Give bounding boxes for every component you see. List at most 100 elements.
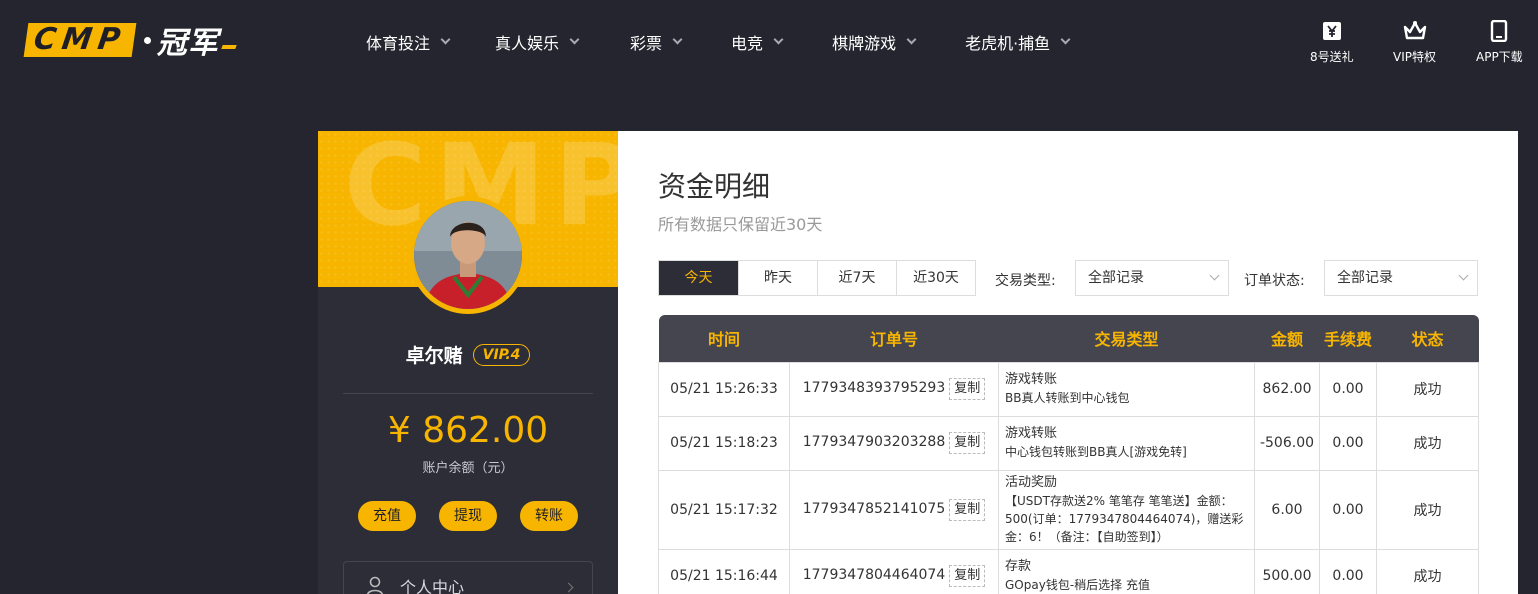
nav-item-card-games[interactable]: 棋牌游戏	[832, 28, 917, 56]
chevron-down-icon	[773, 34, 784, 45]
gift-yen-icon	[1322, 22, 1341, 40]
main-nav: 体育投注 真人娱乐 彩票 电竞 棋牌游戏 老虎机·捕鱼	[366, 28, 1071, 56]
row-order-cell: 1779347903203288 复制	[789, 415, 999, 471]
column-header-transaction-type: 交易类型	[998, 315, 1255, 362]
account-balance: ¥ 862.00	[387, 410, 549, 451]
copy-order-button[interactable]: 复制	[949, 432, 986, 454]
nav-item-sports[interactable]: 体育投注	[366, 28, 451, 56]
deposit-button[interactable]: 充值	[358, 501, 416, 531]
vip-level-badge[interactable]: VIP.4	[472, 343, 531, 366]
logo-accent-mark	[221, 45, 237, 49]
username: 卓尔赌	[405, 345, 463, 367]
withdraw-button[interactable]: 提现	[439, 501, 497, 531]
sidebar-item-label: 个人中心	[400, 578, 465, 594]
nav-item-label: 彩票	[630, 34, 663, 53]
row-fee: 0.00	[1319, 415, 1377, 471]
nav-item-slots-fishing[interactable]: 老虎机·捕鱼	[965, 28, 1071, 56]
logo-box-text: CMP	[23, 22, 137, 57]
avatar[interactable]	[409, 196, 527, 314]
row-amount: 500.00	[1254, 548, 1320, 594]
tab-last-7-days[interactable]: 近7天	[817, 261, 896, 295]
row-fee: 0.00	[1319, 548, 1377, 594]
chevron-down-icon	[569, 34, 580, 45]
nav-item-label: 体育投注	[366, 34, 431, 53]
vip-privileges-link[interactable]: VIP特权	[1393, 20, 1436, 65]
tab-yesterday[interactable]: 昨天	[738, 261, 817, 295]
order-status-select[interactable]: 全部记录	[1324, 260, 1478, 296]
row-type: 游戏转账	[1005, 372, 1058, 387]
chevron-down-icon	[1209, 270, 1220, 281]
vip-link-label: VIP特权	[1393, 50, 1436, 64]
transaction-type-label: 交易类型:	[995, 273, 1056, 289]
row-type: 活动奖励	[1005, 474, 1058, 490]
table-row: 05/21 15:26:33 1779348393795293 复制 游戏转账 BB…	[658, 361, 1479, 417]
column-header-fee: 手续费	[1319, 315, 1377, 362]
table-row: 05/21 15:18:23 1779347903203288 复制 游戏转账 中心…	[658, 415, 1479, 471]
chevron-down-icon	[1458, 270, 1469, 281]
transaction-type-select[interactable]: 全部记录	[1075, 260, 1229, 296]
row-status: 成功	[1376, 361, 1479, 417]
column-header-order-no: 订单号	[789, 315, 999, 362]
row-time: 05/21 15:26:33	[658, 361, 790, 417]
row-amount: 6.00	[1254, 469, 1320, 550]
sidebar-item-personal-center[interactable]: 个人中心	[343, 561, 593, 594]
row-type-desc: GOpay钱包-稍后选择 充值	[1005, 578, 1150, 592]
row-order-cell: 1779348393795293 复制	[789, 361, 999, 417]
gift-link-label: 8号送礼	[1310, 50, 1354, 64]
row-order-no: 1779347804464074	[802, 567, 946, 583]
copy-order-button[interactable]: 复制	[949, 498, 986, 521]
fund-details-panel: 资金明细 所有数据只保留近30天 今天 昨天 近7天 近30天 交易类型: 全部…	[618, 131, 1518, 594]
nav-item-lottery[interactable]: 彩票	[630, 28, 683, 56]
row-order-cell: 1779347804464074 复制	[789, 548, 999, 594]
wallet-actions: 充值 提现 转账	[358, 501, 578, 531]
page-title: 资金明细	[658, 170, 771, 203]
nav-item-label: 电竞	[731, 34, 764, 53]
crown-icon	[1403, 21, 1426, 40]
chevron-right-icon	[563, 582, 574, 593]
row-order-no: 1779348393795293	[802, 380, 946, 396]
row-type-cell: 游戏转账中心钱包转账到BB真人[游戏免转]	[998, 415, 1255, 471]
account-balance-label: 账户余额（元）	[422, 461, 514, 476]
column-header-status: 状态	[1376, 315, 1479, 362]
row-type-cell: 存款 GOpay钱包-稍后选择 充值	[998, 548, 1255, 594]
logo-dot	[143, 36, 151, 44]
nav-item-live-casino[interactable]: 真人娱乐	[495, 28, 580, 56]
site-logo[interactable]: CMP 冠军	[23, 22, 237, 61]
order-status-value: 全部记录	[1337, 270, 1393, 286]
row-order-cell: 1779347852141075 复制	[789, 469, 999, 550]
logo-text: 冠军	[156, 26, 219, 61]
row-type-cell: 活动奖励 【USDT存款送2% 笔笔存 笔笔送】金额：500(订单：1779347…	[998, 469, 1255, 550]
column-header-time: 时间	[658, 315, 790, 362]
row-type-desc: 中心钱包转账到BB真人[游戏免转]	[1005, 445, 1187, 459]
chevron-down-icon	[440, 34, 451, 45]
row-type: 游戏转账	[1005, 426, 1058, 441]
mobile-phone-icon	[1491, 20, 1508, 42]
username-row: 卓尔赌 VIP.4	[318, 341, 618, 368]
row-type-desc: BB真人转账到中心钱包	[1005, 391, 1130, 405]
tab-today[interactable]: 今天	[659, 261, 738, 295]
gift-link[interactable]: 8号送礼	[1310, 20, 1354, 65]
row-amount: 862.00	[1254, 361, 1320, 417]
copy-order-button[interactable]: 复制	[949, 565, 986, 587]
row-status: 成功	[1376, 548, 1479, 594]
tab-last-30-days[interactable]: 近30天	[896, 261, 975, 295]
profile-panel: CMP 卓尔赌 VIP.4 ¥ 862.00 账户余额（元） 充值 提现 转账	[318, 131, 618, 594]
table-row: 05/21 15:17:32 1779347852141075 复制 活动奖励 【U…	[658, 469, 1479, 550]
row-order-no: 1779347903203288	[802, 434, 946, 450]
top-navigation-bar: CMP 冠军 体育投注 真人娱乐 彩票 电竞 棋牌游戏 老虎机·捕鱼 8号送礼 …	[0, 0, 1538, 84]
row-time: 05/21 15:16:44	[658, 548, 790, 594]
row-fee: 0.00	[1319, 361, 1377, 417]
profile-divider	[343, 393, 593, 394]
chevron-down-icon	[906, 34, 917, 45]
transfer-button[interactable]: 转账	[520, 501, 578, 531]
row-time: 05/21 15:17:32	[658, 469, 790, 550]
page-subtitle: 所有数据只保留近30天	[658, 215, 823, 234]
app-download-link[interactable]: APP下载	[1476, 20, 1523, 65]
row-amount: -506.00	[1254, 415, 1320, 471]
row-status: 成功	[1376, 415, 1479, 471]
fund-details-table: 时间 订单号 交易类型 金额 手续费 状态 05/21 15:26:33 177…	[658, 315, 1479, 594]
row-type: 存款	[1005, 559, 1032, 574]
nav-item-label: 棋牌游戏	[832, 34, 897, 53]
copy-order-button[interactable]: 复制	[949, 378, 986, 400]
nav-item-esports[interactable]: 电竞	[731, 28, 784, 56]
